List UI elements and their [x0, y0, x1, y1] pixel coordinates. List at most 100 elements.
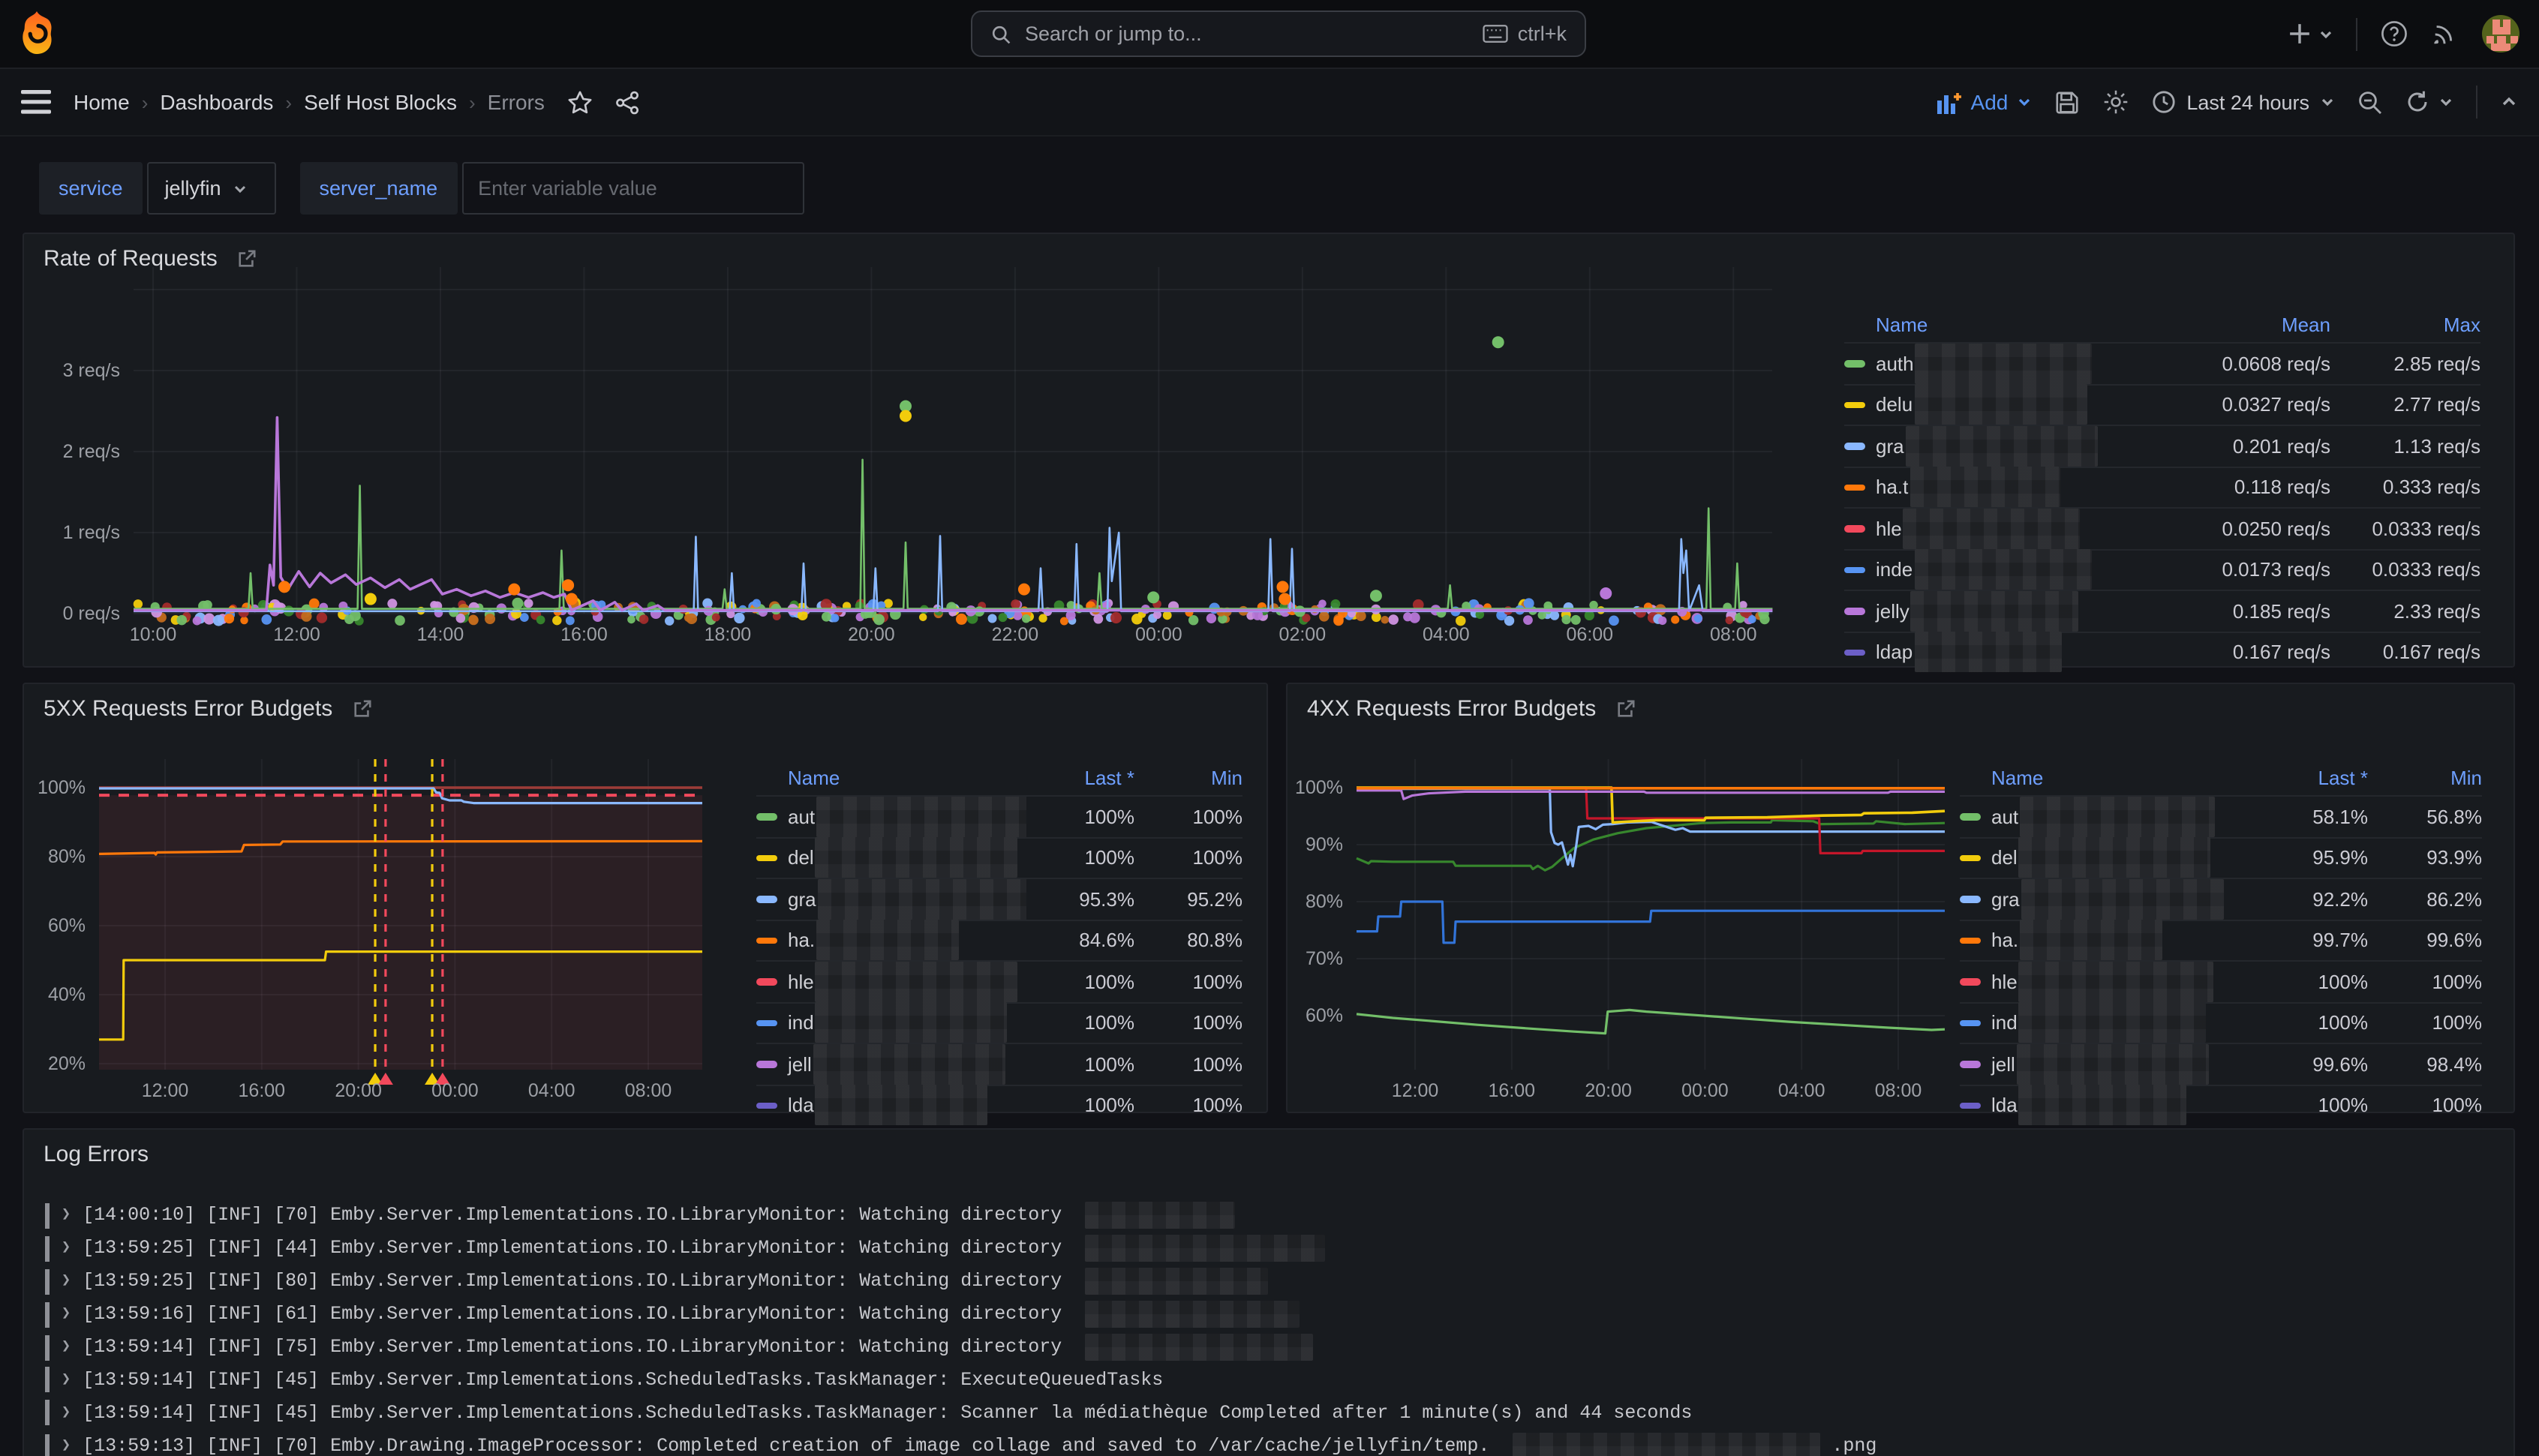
log-line[interactable]: ❯[13:59:14] [INF] [75] Emby.Server.Imple… — [45, 1334, 1312, 1361]
legend-row[interactable]: ha.99.7%99.6% — [1960, 919, 2482, 960]
legend-row[interactable]: ind100%100% — [1960, 1001, 2482, 1043]
legend-value: 100% — [2254, 1012, 2368, 1034]
grafana-logo-icon[interactable] — [17, 11, 57, 56]
legend-row[interactable]: gra92.2%86.2% — [1960, 878, 2482, 919]
svg-text:10:00: 10:00 — [130, 624, 177, 645]
legend-column-last[interactable]: Last * — [1026, 766, 1134, 788]
breadcrumb-item[interactable]: Dashboards — [160, 90, 273, 114]
log-text: [13:59:16] [INF] [61] Emby.Server.Implem… — [83, 1304, 1062, 1325]
legend-column-name[interactable]: Name — [756, 766, 1026, 788]
clock-icon — [2152, 90, 2176, 114]
log-line[interactable]: ❯ [13:59:13] [INF] [70] Emby.Drawing.Imag… — [45, 1433, 1876, 1456]
legend-row[interactable]: ha.84.6%80.8% — [756, 919, 1242, 960]
top-nav-bar: Search or jump to... ctrl+k — [0, 0, 2539, 69]
external-link-icon[interactable] — [352, 699, 371, 719]
redacted-path — [1084, 1202, 1234, 1229]
legend-value: 1.13 req/s — [2330, 435, 2480, 458]
chevron-down-icon — [2318, 26, 2333, 41]
legend-row[interactable]: aut58.1%56.8% — [1960, 795, 2482, 836]
legend-row[interactable]: inde0.0173 req/s0.0333 req/s — [1844, 548, 2480, 590]
save-icon[interactable] — [2054, 89, 2080, 115]
log-line[interactable]: ❯[13:59:25] [INF] [44] Emby.Server.Imple… — [45, 1235, 1324, 1262]
log-text: [13:59:14] [INF] [45] Emby.Server.Implem… — [83, 1369, 1163, 1390]
redacted-name — [2019, 1003, 2207, 1043]
legend-row[interactable]: lda100%100% — [1960, 1084, 2482, 1125]
external-link-icon[interactable] — [237, 249, 257, 269]
legend-row[interactable]: jelly0.185 req/s2.33 req/s — [1844, 590, 2480, 631]
server-name-input[interactable] — [461, 162, 804, 215]
svg-text:100%: 100% — [38, 777, 86, 798]
series-name: ind — [1991, 1012, 2018, 1034]
expand-chevron-icon[interactable]: ❯ — [62, 1370, 71, 1388]
log-line[interactable]: ❯ [13:59:16] [INF] [61] Emby.Server.Imple… — [45, 1301, 1299, 1328]
star-icon[interactable] — [567, 89, 593, 115]
panel-title[interactable]: 5XX Requests Error Budgets — [44, 696, 332, 722]
svg-text:90%: 90% — [1306, 834, 1343, 855]
legend-row[interactable]: ha.t0.118 req/s0.333 req/s — [1844, 466, 2480, 507]
new-button[interactable] — [2288, 23, 2333, 45]
legend-column-min[interactable]: Min — [1134, 766, 1242, 788]
expand-chevron-icon[interactable]: ❯ — [62, 1239, 71, 1257]
svg-text:12:00: 12:00 — [1392, 1080, 1439, 1101]
zoom-out-icon[interactable] — [2357, 89, 2383, 115]
expand-chevron-icon[interactable]: ❯ — [62, 1403, 71, 1421]
legend-column-last[interactable]: Last * — [2254, 766, 2368, 788]
panel-title[interactable]: 4XX Requests Error Budgets — [1307, 696, 1596, 722]
legend-value: 93.9% — [2368, 847, 2482, 869]
search-input[interactable]: Search or jump to... ctrl+k — [971, 11, 1586, 57]
log-line[interactable]: ❯[14:00:10] [INF] [70] Emby.Server.Imple… — [45, 1202, 1234, 1229]
log-line[interactable]: ❯[13:59:25] [INF] [80] Emby.Server.Imple… — [45, 1268, 1267, 1295]
series-color-swatch — [756, 937, 777, 944]
legend-column-name[interactable]: Name — [1844, 313, 2188, 335]
legend-row[interactable]: hle100%100% — [1960, 960, 2482, 1001]
panel-title[interactable]: Log Errors — [44, 1142, 149, 1167]
legend-row[interactable]: lda100%100% — [756, 1084, 1242, 1125]
add-button[interactable]: Add — [1938, 90, 2033, 114]
collapse-up-icon[interactable] — [2500, 93, 2518, 111]
legend-row[interactable]: gra95.3%95.2% — [756, 878, 1242, 919]
log-line[interactable]: ❯ [13:59:14] [INF] [45] Emby.Server.Imple… — [45, 1367, 1163, 1392]
expand-chevron-icon[interactable]: ❯ — [62, 1305, 71, 1323]
time-range-picker[interactable]: Last 24 hours — [2152, 90, 2335, 114]
legend-row[interactable]: aut100%100% — [756, 795, 1242, 836]
avatar[interactable] — [2482, 15, 2519, 53]
gear-icon[interactable] — [2102, 89, 2129, 116]
legend-value: 100% — [2254, 971, 2368, 993]
redacted-path — [1084, 1334, 1312, 1361]
legend-row[interactable]: jell100%100% — [756, 1043, 1242, 1084]
log-line[interactable]: ❯[13:59:14] [INF] [45] Emby.Server.Imple… — [45, 1400, 1692, 1425]
legend-row[interactable]: jell99.6%98.4% — [1960, 1043, 2482, 1084]
share-icon[interactable] — [615, 89, 641, 115]
news-icon[interactable] — [2431, 20, 2459, 48]
legend-value: 2.33 req/s — [2330, 600, 2480, 623]
external-link-icon[interactable] — [1615, 699, 1635, 719]
legend-row[interactable]: hle0.0250 req/s0.0333 req/s — [1844, 507, 2480, 548]
expand-chevron-icon[interactable]: ❯ — [62, 1338, 71, 1356]
log-text: [13:59:13] [INF] [70] Emby.Drawing.Image… — [83, 1436, 1489, 1456]
expand-chevron-icon[interactable]: ❯ — [62, 1206, 71, 1224]
legend-column-max[interactable]: Max — [2330, 313, 2480, 335]
legend-row[interactable]: ind100%100% — [756, 1001, 1242, 1043]
breadcrumb-item[interactable]: Self Host Blocks — [304, 90, 457, 114]
legend-row[interactable]: auth0.0608 req/s2.85 req/s — [1844, 342, 2480, 383]
legend-row[interactable]: delu0.0327 req/s2.77 req/s — [1844, 383, 2480, 425]
service-select[interactable]: jellyfin — [147, 162, 276, 215]
breadcrumb-item[interactable]: Home — [74, 90, 130, 114]
legend-column-mean[interactable]: Mean — [2188, 313, 2330, 335]
help-icon[interactable] — [2380, 20, 2408, 48]
legend-column-name[interactable]: Name — [1960, 766, 2254, 788]
legend-row[interactable]: del100%100% — [756, 836, 1242, 878]
legend-row[interactable]: gra0.201 req/s1.13 req/s — [1844, 425, 2480, 466]
log-level-bar — [45, 1334, 50, 1360]
legend-column-min[interactable]: Min — [2368, 766, 2482, 788]
expand-chevron-icon[interactable]: ❯ — [62, 1272, 71, 1290]
expand-chevron-icon[interactable]: ❯ — [62, 1437, 71, 1455]
legend-row[interactable]: del95.9%93.9% — [1960, 836, 2482, 878]
series-color-swatch — [1960, 978, 1981, 985]
legend-row[interactable]: hle100%100% — [756, 960, 1242, 1001]
legend-row[interactable]: ldap0.167 req/s0.167 req/s — [1844, 631, 2480, 672]
menu-icon[interactable] — [21, 90, 51, 114]
panel-title[interactable]: Rate of Requests — [44, 246, 218, 272]
refresh-control[interactable] — [2405, 90, 2453, 114]
svg-text:04:00: 04:00 — [528, 1080, 575, 1101]
